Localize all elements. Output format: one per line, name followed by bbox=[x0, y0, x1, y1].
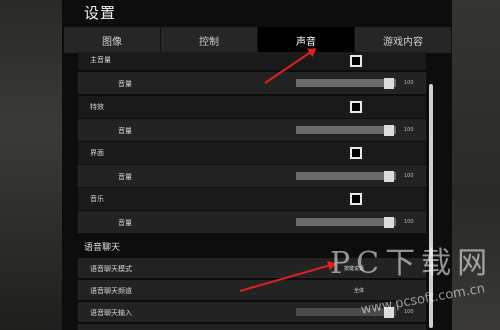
watermark-logo: PC下载网 bbox=[330, 246, 494, 281]
voice-chat-section-title: 语音聊天 bbox=[84, 243, 121, 253]
effects-volume-value: 100 bbox=[404, 127, 414, 133]
music-volume-value: 100 bbox=[404, 219, 414, 225]
voice-channel-row[interactable]: 语音聊天频道 全体 bbox=[78, 280, 426, 300]
effects-checkbox[interactable] bbox=[350, 101, 362, 113]
effects-volume-slider[interactable] bbox=[296, 126, 396, 134]
music-slider-label: 音量 bbox=[118, 219, 132, 227]
interface-volume-thumb[interactable] bbox=[384, 171, 394, 182]
effects-slider-row: 音量 100 bbox=[78, 119, 426, 141]
interface-volume-value: 100 bbox=[404, 173, 414, 179]
interface-row: 界面 bbox=[78, 142, 426, 164]
window-title: 设置 bbox=[84, 4, 117, 22]
tab-controls[interactable]: 控制 bbox=[161, 27, 258, 53]
voice-channel-label: 语音聊天频道 bbox=[90, 287, 132, 295]
master-volume-label: 主音量 bbox=[90, 56, 111, 64]
music-label: 音乐 bbox=[90, 195, 104, 203]
master-volume-value: 100 bbox=[404, 80, 414, 86]
tab-bar: 图像 控制 声音 游戏内容 bbox=[64, 27, 452, 53]
interface-slider-row: 音量 100 bbox=[78, 165, 426, 187]
master-volume-thumb[interactable] bbox=[384, 78, 394, 89]
voice-channel-value[interactable]: 全体 bbox=[354, 287, 364, 294]
effects-row: 特效 bbox=[78, 96, 426, 118]
master-volume-slider[interactable] bbox=[296, 79, 396, 87]
effects-volume-thumb[interactable] bbox=[384, 125, 394, 136]
background-left bbox=[0, 0, 62, 330]
tab-graphics[interactable]: 图像 bbox=[64, 27, 161, 53]
master-volume-slider-row: 音量 100 bbox=[78, 72, 426, 94]
interface-volume-slider[interactable] bbox=[296, 172, 396, 180]
effects-slider-label: 音量 bbox=[118, 127, 132, 135]
interface-label: 界面 bbox=[90, 149, 104, 157]
voice-mode-label: 语音聊天模式 bbox=[90, 265, 132, 273]
music-checkbox[interactable] bbox=[350, 193, 362, 205]
voice-input-label: 语音聊天输入 bbox=[90, 309, 132, 317]
music-volume-thumb[interactable] bbox=[384, 217, 394, 228]
music-slider-row: 音量 100 bbox=[78, 211, 426, 233]
master-volume-checkbox[interactable] bbox=[350, 55, 362, 67]
master-volume-slider-label: 音量 bbox=[118, 80, 132, 88]
list-row-partial bbox=[78, 324, 426, 330]
tab-game-content[interactable]: 游戏内容 bbox=[355, 27, 452, 53]
effects-label: 特效 bbox=[90, 103, 104, 111]
music-volume-slider[interactable] bbox=[296, 218, 396, 226]
master-volume-row: 主音量 bbox=[78, 52, 426, 70]
music-row: 音乐 bbox=[78, 188, 426, 210]
interface-checkbox[interactable] bbox=[350, 147, 362, 159]
interface-slider-label: 音量 bbox=[118, 173, 132, 181]
